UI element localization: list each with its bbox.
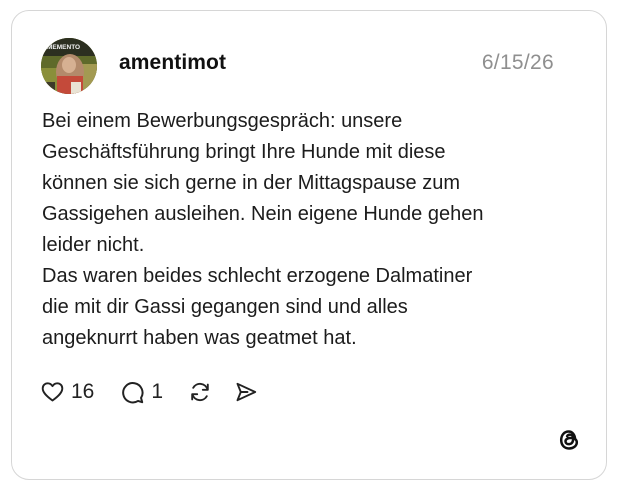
reply-count: 1 — [151, 380, 164, 403]
post-body-line: Das waren beides schlecht erzogene Dalma… — [42, 265, 473, 287]
action-bar: 16 1 — [40, 377, 259, 407]
post-body-line: angeknurrt haben was geatmet hat. — [42, 327, 357, 349]
post-body-line: die mit dir Gassi gegangen sind und alle… — [42, 296, 408, 318]
post-body-line: können sie sich gerne in der Mittagspaus… — [42, 172, 461, 194]
repost-icon — [191, 382, 209, 402]
post-body-line: Geschäftsführung bringt Ihre Hunde mit d… — [42, 141, 446, 163]
reply-button[interactable]: 1 — [120, 380, 163, 405]
like-button[interactable]: 16 — [40, 380, 94, 404]
avatar-image: MEMENTO — [41, 38, 97, 94]
post-body-line: Bei einem Bewerbungsgespräch: unsere — [42, 110, 403, 132]
post-date: 6/15/26 — [481, 51, 554, 74]
avatar-badge-text: MEMENTO — [47, 44, 80, 51]
post-body: Bei einem Bewerbungsgespräch: unsere Ges… — [42, 106, 582, 354]
like-count: 16 — [71, 380, 95, 403]
avatar[interactable]: MEMENTO — [41, 38, 97, 94]
threads-logo-icon — [556, 427, 582, 453]
repost-button[interactable] — [187, 380, 213, 404]
speech-bubble-icon — [122, 381, 144, 403]
heart-icon — [41, 382, 64, 402]
post-card: MEMENTO amentimot 6/15/26 Bei einem Bewe… — [11, 10, 607, 480]
share-button[interactable] — [233, 380, 259, 404]
post-body-line: Gassigehen ausleihen. Nein eigene Hunde … — [42, 203, 484, 225]
username[interactable]: amentimot — [119, 51, 226, 75]
post-body-line: leider nicht. — [42, 234, 145, 256]
send-icon — [236, 382, 257, 402]
